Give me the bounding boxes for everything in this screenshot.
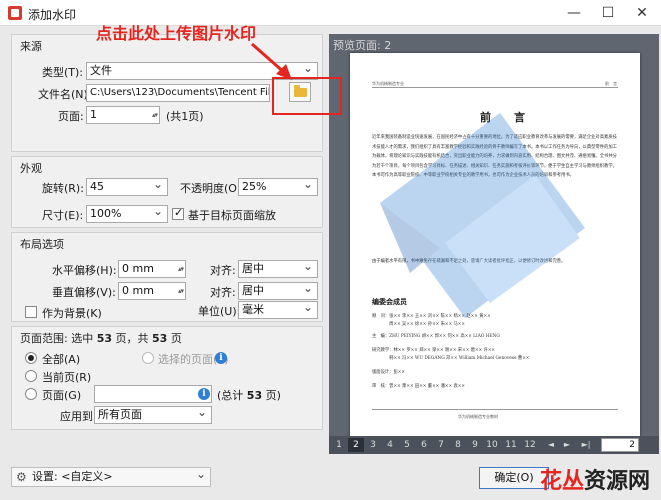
selected-pages-radio[interactable] [142, 352, 154, 364]
pager-page[interactable]: 8 [450, 438, 466, 452]
minimize-button[interactable]: — [557, 0, 591, 26]
annotation-highlight-box [272, 77, 342, 115]
pages-input[interactable] [94, 385, 212, 403]
h-align-select[interactable]: 居中 [238, 260, 318, 278]
settings-label: 设置: <自定义> [32, 470, 113, 483]
preview-panel: 预览页面: 2 华为机械制造专业 前 言 前 言 近年来我国装备制造业快速发展，… [329, 34, 659, 454]
chevron-down-icon: ⌄ [195, 467, 206, 481]
appearance-group: 外观 旋转(R): 45 不透明度(O): 25% 尺寸(E): 100% 基于… [11, 156, 323, 228]
ok-button[interactable]: 确定(O) [479, 467, 549, 489]
v-offset-spinner[interactable]: 0 mm [118, 282, 186, 300]
rotation-label: 旋转(R): [42, 182, 84, 195]
pager-page[interactable]: 7 [433, 438, 449, 452]
close-button[interactable]: ✕ [625, 0, 659, 26]
page-range-group: 页面范围: 选中 53 页，共 53 页 全部(A) 选择的页面(S) i 当前… [11, 326, 323, 430]
all-pages-radio[interactable] [25, 352, 37, 364]
size-select[interactable]: 100% [86, 205, 168, 223]
apply-to-label: 应用到: [60, 410, 97, 423]
unit-label: 单位(U): [198, 305, 241, 318]
pages-radio[interactable] [25, 388, 37, 400]
pager-page[interactable]: 10 [484, 438, 500, 452]
layout-group: 布局选项 水平偏移(H): 0 mm 对齐: 居中 垂直偏移(V): 0 mm … [11, 232, 323, 322]
page-spinner[interactable]: 1 [86, 106, 160, 124]
h-offset-label: 水平偏移(H): [52, 264, 117, 277]
filename-input[interactable]: C:\Users\123\Documents\Tencent Files\54 … [86, 84, 270, 102]
size-label: 尺寸(E): [42, 209, 84, 222]
page-number-input[interactable]: 2 [601, 438, 639, 452]
upload-hint-annotation: 点击此处上传图片水印 [96, 24, 257, 43]
pager-page[interactable]: 12 [522, 438, 538, 452]
all-pages-label: 全部(A) [42, 353, 81, 366]
site-logo: 花丛资源网 [540, 469, 651, 494]
pages-total: (总计 53 页) [217, 389, 281, 402]
pager-page[interactable]: 6 [416, 438, 432, 452]
prev-page-icon[interactable]: ◄ [545, 438, 557, 452]
pager-page[interactable]: 5 [399, 438, 415, 452]
pages-info-icon[interactable]: i [198, 388, 210, 400]
watermark-image [380, 113, 585, 318]
page-navigator: 1 2 3 4 5 6 7 8 9 10 11 12 ◄ ► ►| 2 [329, 436, 659, 454]
background-label: 作为背景(K) [42, 307, 102, 320]
current-page-radio[interactable] [25, 370, 37, 382]
h-offset-spinner[interactable]: 0 mm [118, 260, 186, 278]
appearance-group-title: 外观 [20, 162, 42, 175]
opacity-select[interactable]: 25% [238, 178, 318, 196]
rotation-select[interactable]: 45 [86, 178, 168, 196]
pager-page-current[interactable]: 2 [348, 438, 364, 452]
apply-to-select[interactable]: 所有页面 [94, 406, 212, 424]
pager-page[interactable]: 3 [365, 438, 381, 452]
page-total: (共1页) [166, 110, 204, 123]
pages-label: 页面(G) [42, 389, 82, 402]
page-label: 页面: [58, 110, 84, 123]
preview-page-label: 预览页面: 2 [333, 39, 392, 52]
v-offset-label: 垂直偏移(V): [52, 286, 116, 299]
pager-page[interactable]: 11 [503, 438, 519, 452]
settings-select[interactable]: ⚙ 设置: <自定义> ⌄ [11, 467, 211, 487]
gear-icon: ⚙ [16, 470, 27, 484]
h-align-label: 对齐: [210, 264, 236, 277]
dialog-footer: ⚙ 设置: <自定义> ⌄ 确定(O) 花丛资源网 [0, 458, 661, 500]
v-align-select[interactable]: 居中 [238, 282, 318, 300]
window-title: 添加水印 [28, 8, 77, 22]
background-checkbox[interactable] [25, 306, 37, 318]
source-group-title: 来源 [20, 40, 42, 53]
pager-page[interactable]: 4 [382, 438, 398, 452]
scale-to-page-label: 基于目标页面缩放 [188, 209, 276, 222]
last-page-icon[interactable]: ►| [577, 438, 595, 452]
pager-page[interactable]: 9 [467, 438, 483, 452]
scale-to-page-checkbox[interactable] [172, 206, 184, 220]
info-icon[interactable]: i [215, 352, 227, 364]
unit-select[interactable]: 毫米 [238, 301, 318, 319]
preview-page: 华为机械制造专业 前 言 前 言 近年来我国装备制造业快速发展，在国民经济中占有… [350, 53, 640, 447]
type-label: 类型(T): [42, 66, 84, 79]
layout-group-title: 布局选项 [20, 238, 64, 251]
filename-label: 文件名(N): [38, 88, 92, 101]
page-range-title: 页面范围: 选中 53 页，共 53 页 [20, 332, 182, 345]
opacity-label: 不透明度(O): [180, 182, 245, 195]
current-page-label: 当前页(R) [42, 371, 92, 384]
next-page-icon[interactable]: ► [561, 438, 573, 452]
v-align-label: 对齐: [210, 286, 236, 299]
app-icon [8, 6, 22, 20]
pager-page[interactable]: 1 [331, 438, 347, 452]
maximize-button[interactable]: ☐ [591, 0, 625, 26]
